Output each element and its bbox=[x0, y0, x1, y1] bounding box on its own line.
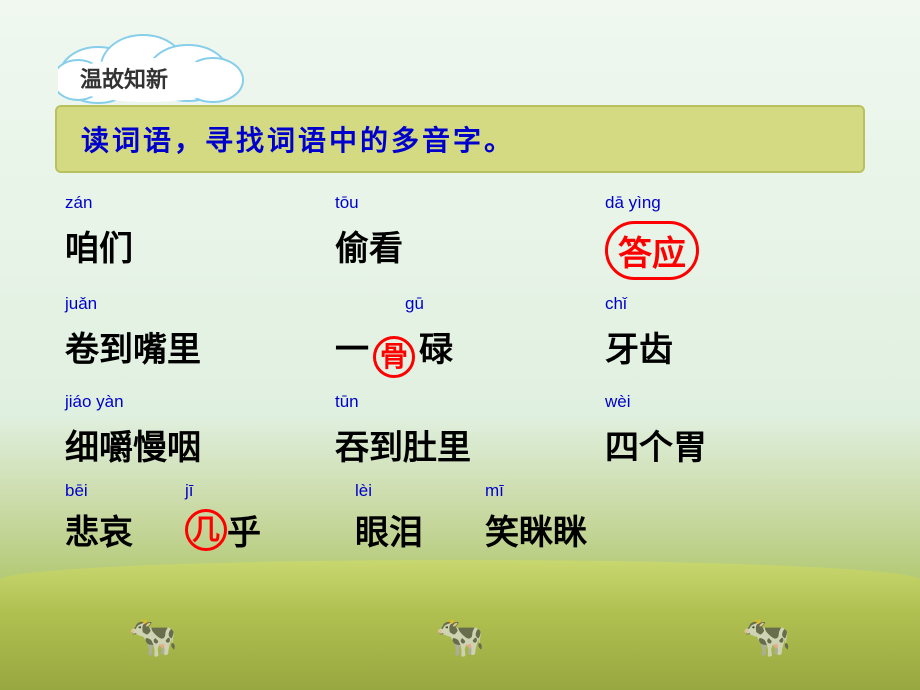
chinese-daying: 答应 bbox=[618, 236, 686, 273]
chinese-juanzuli: 卷到嘴里 bbox=[65, 332, 201, 369]
gu-circle: 骨 bbox=[373, 336, 415, 378]
chinese-zanmen: 咱们 bbox=[65, 231, 133, 268]
cell-daying-pinyin: dā yìng bbox=[595, 191, 865, 215]
cell-wei-pinyin: wèi bbox=[595, 390, 865, 414]
cell-toukan: 偷看 bbox=[325, 219, 595, 282]
cell-yachi: 牙齿 bbox=[595, 320, 865, 380]
chinese-xiaomimi: 笑眯眯 bbox=[485, 505, 587, 554]
row-4-pinyin: bēi jī lèi mī bbox=[55, 481, 865, 501]
cell-daying: 答应 bbox=[595, 219, 865, 282]
ji-circle: 几 bbox=[185, 509, 227, 551]
row-2-pinyin: juǎn gū chǐ bbox=[55, 292, 865, 316]
pinyin-tou: tōu bbox=[335, 193, 359, 212]
pinyin-jiaoyuan: jiáo yàn bbox=[65, 392, 124, 411]
pinyin-juan: juǎn bbox=[65, 294, 97, 313]
pinyin-gu: gū bbox=[405, 294, 424, 313]
chinese-hu: 乎 bbox=[227, 505, 261, 554]
cow-3: 🐄 bbox=[742, 613, 792, 660]
pinyin-bei: bēi bbox=[65, 481, 135, 501]
cell-juan-zui: 卷到嘴里 bbox=[55, 320, 325, 380]
cloud-container: 温故知新 bbox=[58, 25, 248, 110]
cell-jihu: 几 乎 bbox=[185, 505, 285, 554]
cell-tou-pinyin: tōu bbox=[325, 191, 595, 215]
cell-juan-pinyin: juǎn bbox=[55, 292, 325, 316]
cell-zanmen: 咱们 bbox=[55, 219, 325, 282]
cow-1: 🐄 bbox=[128, 613, 178, 660]
banner-text: 读词语，寻找词语中的多音字。 bbox=[81, 126, 515, 157]
chinese-xijiao: 细嚼慢咽 bbox=[65, 430, 201, 467]
row-3-chinese: 细嚼慢咽 吞到肚里 四个胃 bbox=[55, 418, 865, 471]
cell-tun-pinyin: tūn bbox=[325, 390, 595, 414]
cell-xijiao: 细嚼慢咽 bbox=[55, 418, 325, 471]
main-content: 读词语，寻找词语中的多音字。 zán tōu dā yìng 咱们 偷看 答应 … bbox=[55, 105, 865, 554]
pinyin-zan: zán bbox=[65, 193, 92, 212]
chinese-ji: 几 bbox=[192, 515, 220, 546]
chinese-lu: 碌 bbox=[419, 332, 453, 369]
row-4-chinese: 悲哀 几 乎 眼泪 笑眯眯 bbox=[55, 505, 865, 554]
cell-tun: 吞到肚里 bbox=[325, 418, 595, 471]
pinyin-daying: dā yìng bbox=[605, 193, 661, 212]
pinyin-wei: wèi bbox=[605, 392, 631, 411]
chinese-toukan: 偷看 bbox=[335, 231, 403, 268]
pinyin-tun: tūn bbox=[335, 392, 359, 411]
chinese-gu: 骨 bbox=[380, 342, 408, 373]
cell-jiaoyuan-pinyin: jiáo yàn bbox=[55, 390, 325, 414]
title-banner: 读词语，寻找词语中的多音字。 bbox=[55, 105, 865, 173]
row-1-pinyin: zán tōu dā yìng bbox=[55, 191, 865, 215]
pinyin-chi: chǐ bbox=[605, 294, 627, 313]
pinyin-lei: lèi bbox=[355, 481, 435, 501]
chinese-wei: 四个胃 bbox=[605, 430, 707, 467]
row-1-chinese: 咱们 偷看 答应 bbox=[55, 219, 865, 282]
pinyin-ji: jī bbox=[185, 481, 265, 501]
cell-wei: 四个胃 bbox=[595, 418, 865, 471]
daying-circle: 答应 bbox=[605, 221, 699, 280]
cell-gu-lu: 一 骨 碌 bbox=[325, 320, 595, 380]
cell-zan-pinyin: zán bbox=[55, 191, 325, 215]
cell-gu-pinyin: gū bbox=[325, 292, 595, 316]
chinese-yanlei: 眼泪 bbox=[355, 505, 435, 554]
cell-chi-pinyin: chǐ bbox=[595, 292, 865, 316]
pinyin-mi: mī bbox=[485, 481, 565, 501]
chinese-beiai: 悲哀 bbox=[65, 505, 145, 554]
chinese-tun: 吞到肚里 bbox=[335, 430, 471, 467]
row-3-pinyin: jiáo yàn tūn wèi bbox=[55, 390, 865, 414]
cow-2: 🐄 bbox=[435, 613, 485, 660]
row-2-chinese: 卷到嘴里 一 骨 碌 牙齿 bbox=[55, 320, 865, 380]
cow-area: 🐄 🐄 🐄 bbox=[0, 560, 920, 660]
chinese-yi: 一 bbox=[335, 332, 369, 369]
svg-text:温故知新: 温故知新 bbox=[80, 67, 168, 92]
chinese-yachi: 牙齿 bbox=[605, 332, 673, 369]
cloud-svg: 温故知新 bbox=[58, 25, 248, 105]
